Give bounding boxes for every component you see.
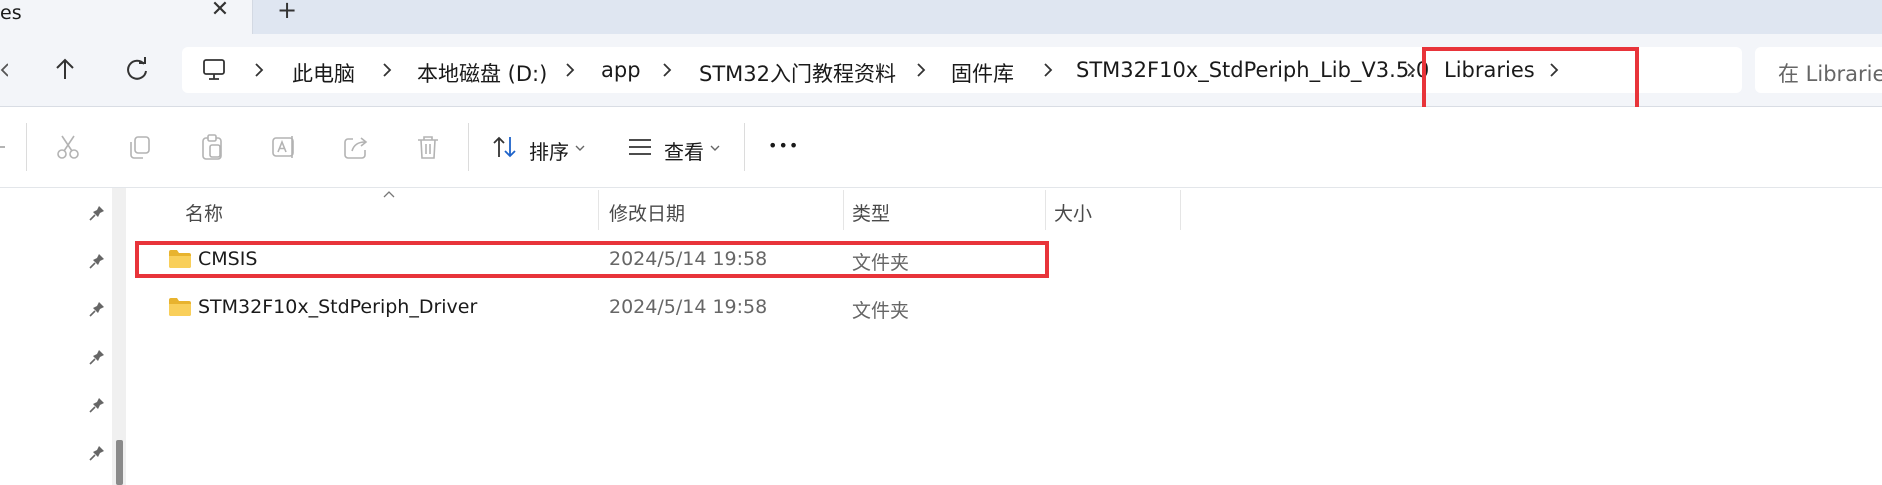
new-item-icon[interactable] bbox=[0, 143, 6, 151]
chevron-right-icon[interactable] bbox=[660, 61, 674, 79]
chevron-right-icon[interactable] bbox=[563, 61, 577, 79]
chevron-right-icon[interactable] bbox=[914, 61, 928, 79]
navigation-pane bbox=[0, 188, 112, 485]
share-icon[interactable] bbox=[342, 133, 370, 161]
toolbar-separator bbox=[744, 123, 745, 171]
refresh-icon[interactable] bbox=[122, 55, 152, 85]
more-icon[interactable]: ••• bbox=[768, 136, 799, 155]
up-arrow-icon[interactable] bbox=[50, 55, 80, 85]
column-divider[interactable] bbox=[843, 190, 844, 230]
chevron-right-icon[interactable] bbox=[380, 61, 394, 79]
file-row[interactable]: STM32F10x_StdPeriph_Driver 2024/5/14 19:… bbox=[138, 284, 1882, 330]
file-type: 文件夹 bbox=[852, 300, 910, 322]
breadcrumb-stm32-tutorial[interactable]: STM32入门教程资料 bbox=[699, 58, 896, 88]
search-placeholder: 在 Libraries bbox=[1778, 62, 1882, 86]
highlight-box-cmsis bbox=[135, 241, 1049, 278]
pin-icon[interactable] bbox=[88, 396, 106, 414]
pin-icon[interactable] bbox=[88, 348, 106, 366]
breadcrumb-local-disk[interactable]: 本地磁盘 (D:) bbox=[417, 58, 547, 88]
new-tab-button[interactable]: + bbox=[276, 0, 298, 22]
sort-ascending-icon bbox=[383, 191, 395, 198]
sort-icon bbox=[493, 136, 516, 158]
file-name[interactable]: STM32F10x_StdPeriph_Driver bbox=[198, 296, 477, 318]
copy-icon[interactable] bbox=[126, 133, 154, 161]
column-header-size[interactable]: 大小 bbox=[1054, 199, 1092, 226]
chevron-right-icon[interactable] bbox=[252, 61, 266, 79]
back-icon[interactable] bbox=[0, 62, 8, 78]
paste-icon[interactable] bbox=[198, 133, 226, 161]
cut-icon[interactable] bbox=[54, 133, 82, 161]
column-header-name[interactable]: 名称 bbox=[185, 199, 223, 226]
view-button[interactable]: 查看 bbox=[624, 126, 724, 170]
sort-label: 排序 bbox=[529, 140, 569, 164]
pin-icon[interactable] bbox=[88, 300, 106, 318]
rename-icon[interactable] bbox=[270, 133, 298, 161]
pin-icon[interactable] bbox=[88, 204, 106, 222]
chevron-right-icon[interactable] bbox=[1041, 61, 1055, 79]
breadcrumb-this-pc[interactable]: 此电脑 bbox=[292, 58, 355, 88]
breadcrumb-stdperiph-lib[interactable]: STM32F10x_StdPeriph_Lib_V3.5.0 bbox=[1076, 58, 1429, 82]
tab-active[interactable]: es ✕ bbox=[0, 0, 253, 34]
view-icon bbox=[629, 139, 651, 155]
breadcrumb-firmware-lib[interactable]: 固件库 bbox=[951, 58, 1014, 88]
chevron-down-icon bbox=[710, 145, 720, 151]
toolbar-separator bbox=[468, 123, 469, 171]
sort-button[interactable]: 排序 bbox=[490, 126, 590, 170]
folder-icon bbox=[169, 298, 191, 316]
pin-icon[interactable] bbox=[88, 444, 106, 462]
tab-title: es bbox=[0, 2, 22, 24]
column-header-type[interactable]: 类型 bbox=[852, 199, 890, 226]
tab-close-icon[interactable]: ✕ bbox=[209, 0, 231, 22]
breadcrumb-app[interactable]: app bbox=[601, 58, 641, 82]
chevron-right-icon[interactable] bbox=[1404, 61, 1418, 79]
file-modified: 2024/5/14 19:58 bbox=[609, 296, 768, 318]
column-divider[interactable] bbox=[598, 190, 599, 230]
highlight-box-libraries bbox=[1422, 47, 1639, 116]
pin-icon[interactable] bbox=[88, 252, 106, 270]
chevron-down-icon bbox=[575, 145, 585, 151]
nav-scrollbar-thumb[interactable] bbox=[116, 440, 123, 485]
column-divider[interactable] bbox=[1180, 190, 1181, 230]
computer-icon bbox=[203, 59, 225, 80]
toolbar-separator bbox=[26, 123, 27, 171]
column-header-modified[interactable]: 修改日期 bbox=[609, 199, 685, 226]
view-label: 查看 bbox=[664, 140, 704, 164]
column-divider[interactable] bbox=[1045, 190, 1046, 230]
delete-icon[interactable] bbox=[414, 133, 442, 161]
